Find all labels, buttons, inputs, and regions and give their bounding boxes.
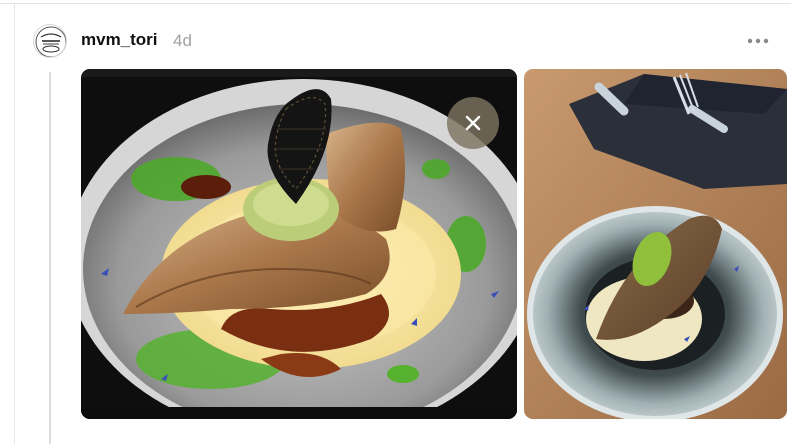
post-image-2[interactable] [524,69,787,419]
more-options-button[interactable] [744,30,774,50]
restaurant-logo-icon [35,26,66,57]
close-icon [465,115,481,131]
author-username[interactable]: mvm_tori [81,30,158,50]
more-horizontal-icon [747,38,769,44]
author-avatar[interactable] [33,24,67,58]
post-top-border [0,3,791,4]
thread-line [49,72,51,444]
post-timestamp[interactable]: 4d [173,31,192,51]
close-media-button[interactable] [447,97,499,149]
feed-left-border [14,3,15,444]
plated-fish-photo-2 [524,69,787,419]
